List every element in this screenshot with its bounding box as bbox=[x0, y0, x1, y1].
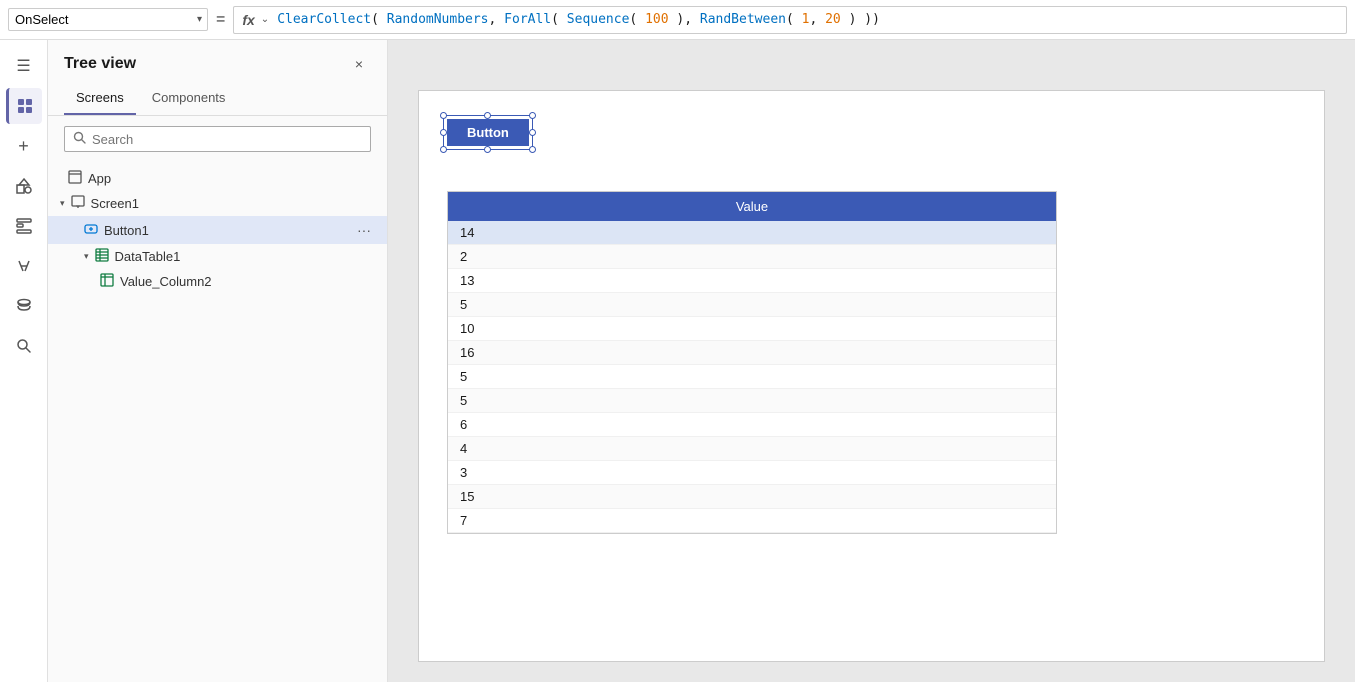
search-box bbox=[64, 126, 371, 152]
datatable-row: 5 bbox=[448, 293, 1056, 317]
search-icon[interactable] bbox=[6, 328, 42, 364]
event-selector[interactable]: OnSelect bbox=[8, 8, 208, 31]
tree-item-datatable1[interactable]: ▾ DataTable1 bbox=[48, 244, 387, 269]
button1-icon bbox=[84, 222, 98, 239]
datatable-row: 7 bbox=[448, 509, 1056, 533]
canvas-area: Button Value 14213510165564 bbox=[388, 40, 1355, 682]
datatable1-chevron: ▾ bbox=[84, 251, 89, 262]
search-input[interactable] bbox=[92, 132, 362, 147]
datatable-row: 5 bbox=[448, 389, 1056, 413]
icon-rail: ☰ + bbox=[0, 40, 48, 682]
datatable-row: 14 bbox=[448, 221, 1056, 245]
datatable-row: 3 bbox=[448, 461, 1056, 485]
screen1-label: Screen1 bbox=[91, 196, 139, 211]
value-column2-icon bbox=[100, 273, 114, 290]
handle-bl[interactable] bbox=[440, 146, 447, 153]
tree-item-value-column2[interactable]: Value_Column2 bbox=[48, 269, 387, 294]
screen1-chevron: ▾ bbox=[60, 198, 65, 209]
datatable-header: Value bbox=[448, 192, 1056, 221]
app-label: App bbox=[88, 171, 111, 186]
handle-tr[interactable] bbox=[529, 112, 536, 119]
app-icon bbox=[68, 170, 82, 187]
onselect-select-wrapper: OnSelect ▾ bbox=[8, 8, 208, 31]
handle-mr[interactable] bbox=[529, 129, 536, 136]
datatable-row: 16 bbox=[448, 341, 1056, 365]
search-box-icon bbox=[73, 131, 86, 147]
panel-tabs: Screens Components bbox=[48, 84, 387, 116]
variables-icon[interactable] bbox=[6, 248, 42, 284]
tree-item-button1[interactable]: Button1 ··· bbox=[48, 216, 387, 244]
formula-fx-icon: fx bbox=[242, 12, 254, 28]
datatable-row: 5 bbox=[448, 365, 1056, 389]
formula-chevron-icon: ⌄ bbox=[261, 14, 269, 25]
datatable-row: 6 bbox=[448, 413, 1056, 437]
datatable1-label: DataTable1 bbox=[115, 249, 181, 264]
datatable-rows: 142135101655643157 bbox=[448, 221, 1056, 533]
add-icon[interactable]: + bbox=[6, 128, 42, 164]
datatable1-icon bbox=[95, 248, 109, 265]
datatable-row: 15 bbox=[448, 485, 1056, 509]
data-icon[interactable] bbox=[6, 288, 42, 324]
canvas-inner: Button Value 14213510165564 bbox=[418, 90, 1325, 662]
main-layout: ☰ + bbox=[0, 40, 1355, 682]
tree-view-panel: Tree view × Screens Components bbox=[48, 40, 388, 682]
panel-title: Tree view bbox=[64, 55, 136, 73]
datatable-row: 4 bbox=[448, 437, 1056, 461]
screen1-icon bbox=[71, 195, 85, 212]
panel-header: Tree view × bbox=[48, 40, 387, 84]
handle-tl[interactable] bbox=[440, 112, 447, 119]
tree-area: App ▾ Screen1 bbox=[48, 162, 387, 682]
formula-bar: fx ⌄ ClearCollect( RandomNumbers, ForAll… bbox=[233, 6, 1347, 34]
tab-components[interactable]: Components bbox=[140, 84, 238, 115]
handle-tc[interactable] bbox=[484, 112, 491, 119]
equals-sign: = bbox=[216, 11, 225, 29]
value-column2-label: Value_Column2 bbox=[120, 274, 212, 289]
tab-screens[interactable]: Screens bbox=[64, 84, 136, 115]
formula-text[interactable]: ClearCollect( RandomNumbers, ForAll( Seq… bbox=[277, 12, 1338, 27]
handle-br[interactable] bbox=[529, 146, 536, 153]
canvas-button-widget[interactable]: Button bbox=[447, 119, 529, 146]
canvas-datatable: Value 142135101655643157 bbox=[447, 191, 1057, 534]
datatable-row: 10 bbox=[448, 317, 1056, 341]
handle-bc[interactable] bbox=[484, 146, 491, 153]
button1-label: Button1 bbox=[104, 223, 149, 238]
tree-item-app[interactable]: App bbox=[48, 166, 387, 191]
menu-icon[interactable]: ☰ bbox=[6, 48, 42, 84]
datatable-row: 13 bbox=[448, 269, 1056, 293]
canvas-button[interactable]: Button bbox=[447, 119, 529, 146]
handle-ml[interactable] bbox=[440, 129, 447, 136]
tree-item-screen1[interactable]: ▾ Screen1 bbox=[48, 191, 387, 216]
panel-close-button[interactable]: × bbox=[347, 52, 371, 76]
top-bar: OnSelect ▾ = fx ⌄ ClearCollect( RandomNu… bbox=[0, 0, 1355, 40]
components-icon[interactable] bbox=[6, 208, 42, 244]
datatable-row: 2 bbox=[448, 245, 1056, 269]
shapes-icon[interactable] bbox=[6, 168, 42, 204]
button1-ellipsis[interactable]: ··· bbox=[353, 220, 375, 240]
layers-icon[interactable] bbox=[6, 88, 42, 124]
